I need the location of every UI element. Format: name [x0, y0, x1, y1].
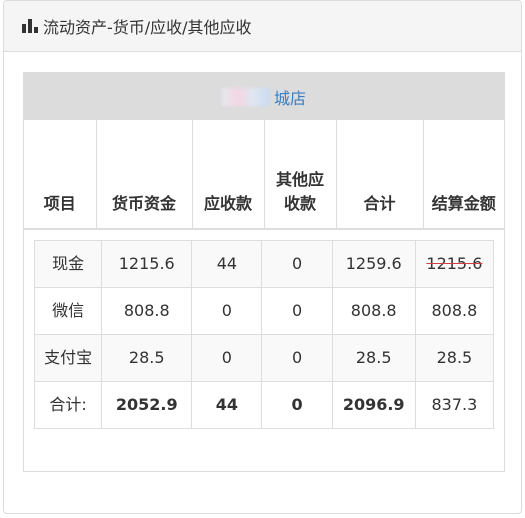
column-header-cash: 货币资金	[96, 120, 193, 230]
column-header-other-receivable: 其他应收款	[264, 120, 337, 230]
cell-item: 现金	[33, 240, 103, 288]
column-header-total: 合计	[336, 120, 424, 230]
cell-cash: 1215.6	[101, 240, 193, 288]
cell-item: 合计:	[33, 381, 103, 429]
blurred-store-prefix	[221, 87, 270, 106]
store-name-link[interactable]: 城店	[274, 85, 306, 109]
column-header-receivable: 应收款	[192, 120, 265, 230]
cell-receivable: 0	[191, 334, 263, 382]
table-header: 项目 货币资金 应收款 其他应收款 合计 结算金额	[24, 120, 504, 230]
cell-total: 1259.6	[331, 240, 416, 288]
page-title: 流动资产-货币/应收/其他应收	[43, 18, 252, 37]
struck-settlement-value: 1215.6	[426, 254, 483, 273]
table-row: 支付宝 28.5 0 0 28.5 28.5	[33, 334, 495, 382]
cell-total: 2096.9	[331, 381, 416, 429]
table-body-wrap: 现金 1215.6 44 0 1259.6 1215.6 微信 808.8 0 …	[24, 230, 504, 439]
table-row: 现金 1215.6 44 0 1259.6 1215.6	[33, 240, 495, 288]
cell-cash: 2052.9	[101, 381, 193, 429]
cell-settlement: 837.3	[414, 381, 495, 429]
cell-receivable: 44	[191, 240, 263, 288]
table-row: 微信 808.8 0 0 808.8 808.8	[33, 287, 495, 335]
bar-chart-icon	[22, 19, 38, 33]
cell-other-receivable: 0	[261, 334, 333, 382]
cell-other-receivable: 0	[261, 381, 333, 429]
cell-total: 28.5	[331, 334, 416, 382]
cell-other-receivable: 0	[261, 287, 333, 335]
column-header-item: 项目	[24, 120, 97, 230]
cell-receivable: 0	[191, 287, 263, 335]
cell-receivable: 44	[191, 381, 263, 429]
table-body: 现金 1215.6 44 0 1259.6 1215.6 微信 808.8 0 …	[33, 240, 495, 429]
report-table-container: 城店 项目 货币资金 应收款 其他应收款 合计 结算金额 现金 1215.6 4…	[23, 72, 505, 472]
cell-other-receivable: 0	[261, 240, 333, 288]
cell-cash: 808.8	[101, 287, 193, 335]
table-row-totals: 合计: 2052.9 44 0 2096.9 837.3	[33, 381, 495, 429]
column-header-settlement: 结算金额	[423, 120, 504, 230]
cell-item: 支付宝	[33, 334, 103, 382]
cell-cash: 28.5	[101, 334, 193, 382]
report-panel: 流动资产-货币/应收/其他应收 城店 项目 货币资金 应收款 其他应收款 合计 …	[3, 0, 522, 514]
cell-settlement: 28.5	[414, 334, 495, 382]
panel-heading: 流动资产-货币/应收/其他应收	[4, 1, 521, 52]
cell-settlement: 808.8	[414, 287, 495, 335]
cell-total: 808.8	[331, 287, 416, 335]
store-name-bar: 城店	[24, 73, 504, 120]
cell-settlement: 1215.6	[414, 240, 495, 288]
cell-item: 微信	[33, 287, 103, 335]
